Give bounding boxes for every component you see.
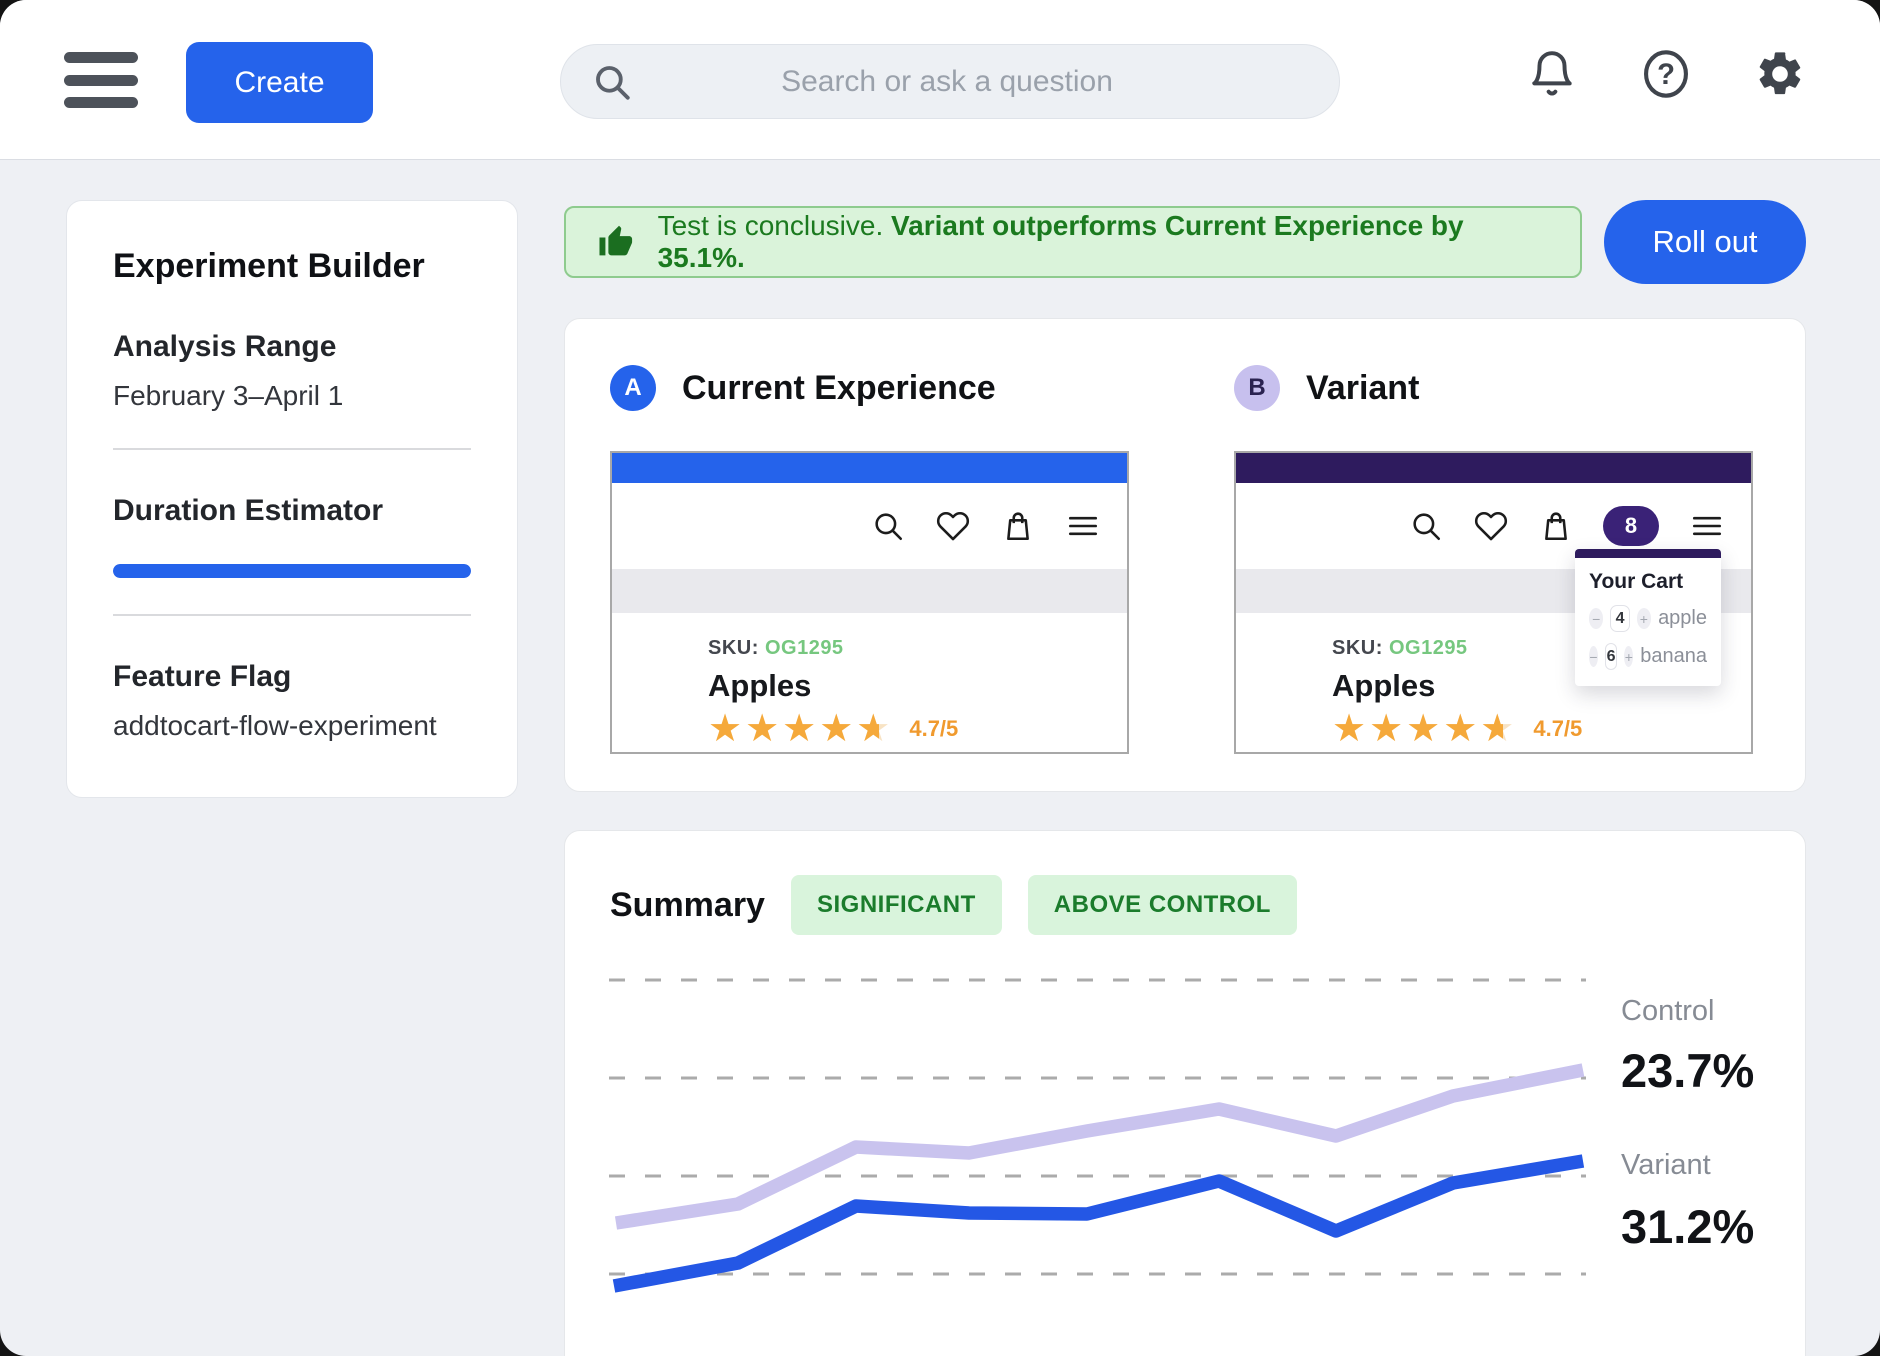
above-control-badge: ABOVE CONTROL (1028, 875, 1297, 935)
star-rating-fill: ★★★★★ (1332, 710, 1503, 748)
search-icon (591, 61, 633, 103)
mockup-a-colorbar (612, 453, 1127, 483)
product-name: Apples (708, 668, 1127, 704)
variant-b-title: Variant (1306, 369, 1419, 408)
cart-dropdown: Your Cart − 4 + apple − 6 + banana (1575, 549, 1721, 686)
rating-value: 4.7/5 (909, 716, 958, 742)
mockup-variant: 8 SKU: OG1295 Apples ★★★★★★★★★★ 4.7/5 $4… (1234, 451, 1753, 754)
sku-line: SKU: OG1295 (708, 637, 1127, 660)
create-button[interactable]: Create (186, 42, 373, 123)
search-icon[interactable] (1409, 509, 1443, 543)
summary-card: Summary SIGNIFICANT ABOVE CONTROL Contro… (564, 830, 1806, 1356)
menu-icon[interactable] (1065, 509, 1101, 543)
star-rating-fill: ★★★★★ (708, 710, 879, 748)
minus-button[interactable]: − (1589, 646, 1598, 667)
svg-text:?: ? (1657, 59, 1675, 91)
plus-button[interactable]: + (1624, 646, 1633, 667)
menu-icon[interactable] (64, 52, 138, 108)
cart-title: Your Cart (1589, 570, 1707, 594)
star-rating-icon: ★★★★★★★★★★ (708, 710, 893, 748)
qty-value: 4 (1610, 605, 1629, 632)
topbar-actions: ? (1526, 46, 1806, 102)
summary-title: Summary (610, 886, 765, 925)
sku-label: SKU: (1332, 637, 1383, 659)
significant-badge: SIGNIFICANT (791, 875, 1002, 935)
experiment-builder-panel: Experiment Builder Analysis Range Februa… (66, 200, 518, 798)
sku-value: OG1295 (1389, 637, 1468, 659)
series-variant-line (614, 1161, 1583, 1286)
heart-icon[interactable] (935, 509, 971, 543)
panel-title: Experiment Builder (113, 247, 471, 286)
thumbs-up-icon (598, 224, 634, 260)
banner-text: Test is conclusive. Variant outperforms … (658, 210, 1548, 274)
comparison-card: A Current Experience B Variant SKU: OG12… (564, 318, 1806, 792)
duration-estimator-heading: Duration Estimator (113, 494, 471, 528)
rating-row: ★★★★★★★★★★ 4.7/5 (708, 710, 1127, 748)
series-control-line (616, 1070, 1583, 1223)
control-label: Control (1621, 995, 1715, 1028)
mockup-a-nav (612, 483, 1127, 569)
search-input[interactable] (633, 45, 1339, 118)
variant-label: Variant (1621, 1149, 1711, 1182)
variant-a-badge: A (610, 365, 656, 411)
menu-bar (64, 75, 138, 86)
minus-button[interactable]: − (1589, 608, 1603, 629)
divider (113, 614, 471, 616)
help-icon[interactable]: ? (1640, 46, 1692, 102)
mockup-a-product: SKU: OG1295 Apples ★★★★★★★★★★ 4.7/5 $4.9… (612, 613, 1127, 754)
line-chart (609, 961, 1586, 1333)
search-icon[interactable] (871, 509, 905, 543)
sku-label: SKU: (708, 637, 759, 659)
divider (113, 448, 471, 450)
duration-progress-bar[interactable] (113, 564, 471, 578)
mockup-current-experience: SKU: OG1295 Apples ★★★★★★★★★★ 4.7/5 $4.9… (610, 451, 1129, 754)
control-value: 23.7% (1621, 1043, 1754, 1098)
star-rating-icon: ★★★★★★★★★★ (1332, 710, 1517, 748)
menu-bar (64, 97, 138, 108)
cart-item-name: banana (1640, 645, 1707, 668)
analysis-range-value: February 3–April 1 (113, 380, 471, 412)
variant-value: 31.2% (1621, 1199, 1754, 1254)
analysis-range-heading: Analysis Range (113, 330, 471, 364)
sku-value: OG1295 (765, 637, 844, 659)
rating-value: 4.7/5 (1533, 716, 1582, 742)
search-bar[interactable] (560, 44, 1340, 119)
duration-progress-fill (113, 564, 471, 578)
summary-header: Summary SIGNIFICANT ABOVE CONTROL (610, 875, 1297, 935)
top-bar: Create ? (0, 0, 1880, 160)
roll-out-button[interactable]: Roll out (1604, 200, 1806, 284)
bell-icon[interactable] (1526, 46, 1578, 102)
bag-icon[interactable] (1539, 509, 1573, 543)
feature-flag-value: addtocart-flow-experiment (113, 710, 471, 742)
mockup-b-colorbar (1236, 453, 1751, 483)
mockup-a-band (612, 569, 1127, 613)
cart-count-badge[interactable]: 8 (1603, 506, 1659, 546)
cart-item-name: apple (1658, 607, 1707, 630)
gear-icon[interactable] (1754, 46, 1806, 102)
app-window: Create ? (0, 0, 1880, 1356)
bag-icon[interactable] (1001, 509, 1035, 543)
rating-row: ★★★★★★★★★★ 4.7/5 (1332, 710, 1751, 748)
cart-dropdown-accent (1575, 549, 1721, 558)
variant-a-header: A Current Experience (610, 365, 996, 411)
qty-value: 6 (1605, 643, 1618, 670)
conclusive-banner: Test is conclusive. Variant outperforms … (564, 206, 1582, 278)
variant-a-title: Current Experience (682, 369, 996, 408)
feature-flag-heading: Feature Flag (113, 660, 471, 694)
menu-icon[interactable] (1689, 509, 1725, 543)
menu-bar (64, 52, 138, 63)
cart-row-banana: − 6 + banana (1589, 643, 1707, 670)
cart-row-apple: − 4 + apple (1589, 605, 1707, 632)
summary-chart (609, 961, 1586, 1333)
banner-text-normal: Test is conclusive. (658, 210, 884, 241)
variant-b-header: B Variant (1234, 365, 1419, 411)
heart-icon[interactable] (1473, 509, 1509, 543)
plus-button[interactable]: + (1637, 608, 1651, 629)
variant-b-badge: B (1234, 365, 1280, 411)
